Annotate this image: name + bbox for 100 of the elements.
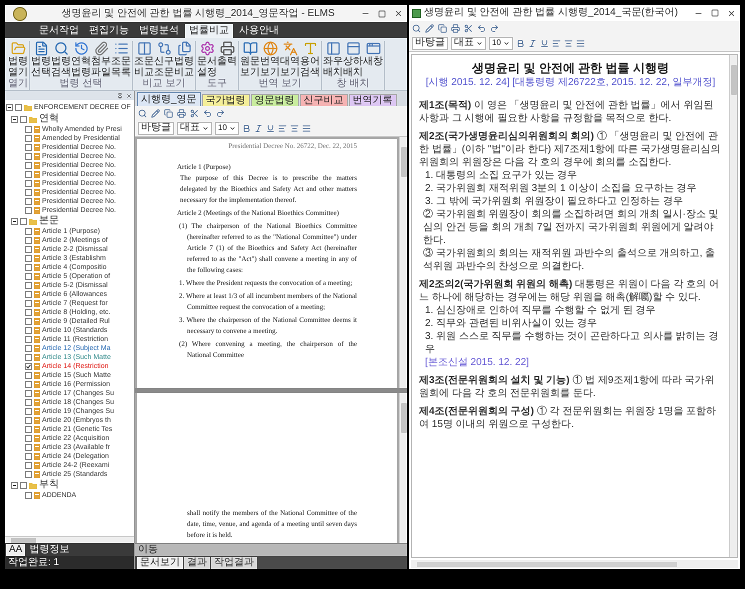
italic-icon[interactable] xyxy=(254,124,263,132)
style-select[interactable]: 바탕글 xyxy=(138,122,174,134)
ribbon-button[interactable]: 조문목록 xyxy=(111,41,131,78)
checkbox[interactable] xyxy=(25,462,32,469)
checkbox[interactable] xyxy=(25,162,32,169)
ribbon-tab[interactable]: 문서작업 xyxy=(35,24,83,38)
italic-icon[interactable] xyxy=(528,38,537,48)
tree-item-label[interactable]: 연혁 xyxy=(39,114,59,124)
scrollbar[interactable] xyxy=(5,536,134,543)
checkbox[interactable] xyxy=(25,246,32,253)
ribbon-button[interactable]: 좌우배치 xyxy=(323,41,343,78)
search-icon[interactable] xyxy=(412,24,421,32)
checkbox[interactable] xyxy=(25,327,32,334)
collapse-icon[interactable] xyxy=(6,104,13,110)
panel-tab[interactable]: AA xyxy=(6,544,26,556)
align-left-icon[interactable] xyxy=(278,124,287,132)
bold-icon[interactable] xyxy=(516,38,525,48)
checkbox[interactable] xyxy=(25,471,32,478)
checkbox[interactable] xyxy=(25,126,32,133)
checkbox[interactable] xyxy=(25,399,32,406)
document-tab[interactable]: 영문법령 xyxy=(250,94,299,106)
checkbox[interactable] xyxy=(25,153,32,160)
ribbon-button[interactable]: 새창 xyxy=(363,41,383,78)
underline-icon[interactable] xyxy=(540,38,549,48)
search-icon[interactable] xyxy=(138,108,147,118)
scrollbar[interactable] xyxy=(729,55,737,557)
checkbox[interactable] xyxy=(25,282,32,289)
ribbon-button[interactable]: 번역보기 xyxy=(260,41,280,78)
tree-item-label[interactable]: 부칙 xyxy=(39,480,59,490)
checkbox[interactable] xyxy=(25,228,32,235)
checkbox[interactable] xyxy=(25,255,32,262)
pencil-icon[interactable] xyxy=(425,24,434,32)
checkbox[interactable] xyxy=(15,104,22,110)
checkbox[interactable] xyxy=(25,336,32,343)
checkbox[interactable] xyxy=(25,300,32,307)
maximize-icon[interactable] xyxy=(711,9,719,17)
checkbox[interactable] xyxy=(25,189,32,196)
size-select[interactable]: 10 xyxy=(489,36,513,50)
style-select[interactable]: 바탕글 xyxy=(412,36,448,50)
checkbox[interactable] xyxy=(25,171,32,178)
checkbox[interactable] xyxy=(25,309,32,316)
checkbox[interactable] xyxy=(25,291,32,298)
tree-item-label[interactable]: 본문 xyxy=(39,216,59,226)
checkbox[interactable] xyxy=(25,264,32,271)
ribbon-button[interactable]: 문서설정 xyxy=(197,41,217,78)
align-center-icon[interactable] xyxy=(564,38,573,48)
font-select[interactable]: 대표 xyxy=(177,122,212,134)
pencil-icon[interactable] xyxy=(151,108,160,118)
close-icon[interactable] xyxy=(394,9,403,18)
checkbox[interactable] xyxy=(25,363,32,370)
ribbon-button[interactable]: 법령열기 xyxy=(8,41,28,78)
ribbon-button[interactable]: 법령검색 xyxy=(51,41,71,78)
checkbox[interactable] xyxy=(20,482,27,488)
checkbox[interactable] xyxy=(20,218,27,224)
panel-tab[interactable]: 결과 xyxy=(184,557,210,569)
font-select[interactable]: 대표 xyxy=(451,36,486,50)
scrollbar[interactable] xyxy=(399,393,407,543)
printer-icon[interactable] xyxy=(451,24,460,32)
copy-icon[interactable] xyxy=(164,108,173,118)
ribbon-button[interactable]: 대역보기 xyxy=(280,41,300,78)
undo-icon[interactable] xyxy=(477,24,486,32)
scrollbar[interactable] xyxy=(411,560,738,568)
panel-tab[interactable]: 법령정보 xyxy=(26,544,72,556)
checkbox[interactable] xyxy=(25,198,32,205)
ribbon-tab[interactable]: 사용안내 xyxy=(235,24,283,38)
ribbon-tab[interactable]: 법률비교 xyxy=(185,24,233,38)
ribbon-button[interactable]: 첨부파일 xyxy=(91,41,111,78)
ribbon-button[interactable]: 용어검색 xyxy=(300,41,320,78)
panel-tab[interactable]: 문서보기 xyxy=(137,557,183,569)
checkbox[interactable] xyxy=(25,207,32,214)
checkbox[interactable] xyxy=(25,135,32,142)
checkbox[interactable] xyxy=(25,426,32,433)
align-left-icon[interactable] xyxy=(552,38,561,48)
checkbox[interactable] xyxy=(25,453,32,460)
document-tab[interactable]: 신구비교 xyxy=(300,94,348,106)
maximize-icon[interactable] xyxy=(378,10,386,18)
redo-icon[interactable] xyxy=(216,108,225,118)
checkbox[interactable] xyxy=(25,417,32,424)
redo-icon[interactable] xyxy=(490,24,499,32)
collapse-icon[interactable] xyxy=(11,482,18,488)
checkbox[interactable] xyxy=(25,144,32,151)
checkbox[interactable] xyxy=(25,318,32,325)
checkbox[interactable] xyxy=(25,180,32,187)
scrollbar[interactable] xyxy=(399,137,407,388)
checkbox[interactable] xyxy=(25,435,32,442)
close-icon[interactable] xyxy=(126,92,132,98)
bold-icon[interactable] xyxy=(242,124,251,132)
scissors-icon[interactable] xyxy=(464,24,473,32)
ribbon-button[interactable]: 연혁법령 xyxy=(71,41,91,78)
checkbox[interactable] xyxy=(25,354,32,361)
checkbox[interactable] xyxy=(25,390,32,397)
close-icon[interactable] xyxy=(727,8,736,18)
checkbox[interactable] xyxy=(25,492,32,499)
ribbon-button[interactable]: 법령비교 xyxy=(174,41,194,78)
ribbon-button[interactable]: 법령선택 xyxy=(31,41,51,78)
align-justify-icon[interactable] xyxy=(576,38,585,48)
ribbon-tab[interactable]: 편집기능 xyxy=(85,24,133,38)
underline-icon[interactable] xyxy=(266,124,275,132)
ribbon-tab[interactable]: 법령분석 xyxy=(135,24,183,38)
printer-icon[interactable] xyxy=(177,108,186,118)
